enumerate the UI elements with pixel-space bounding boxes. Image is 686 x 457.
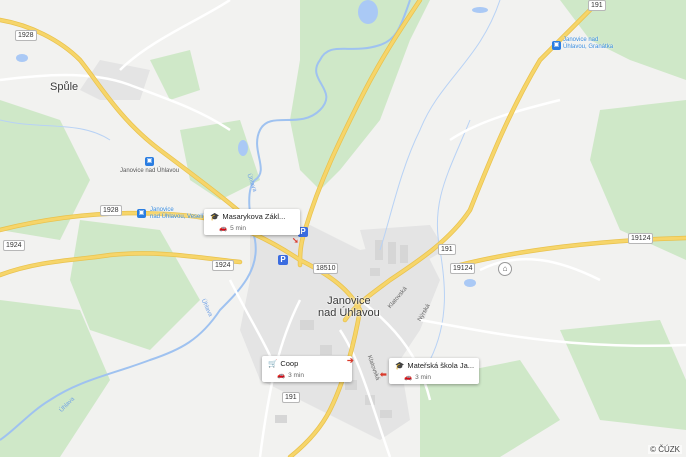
- landmark-icon[interactable]: ⌂: [498, 262, 512, 276]
- card-time: 5 min: [230, 224, 246, 232]
- road-shield-18510: 18510: [313, 263, 339, 274]
- town-label-janovice[interactable]: Janovice nad Úhlavou: [318, 295, 380, 319]
- parking-icon[interactable]: P: [278, 255, 288, 265]
- car-icon: 🚗: [277, 372, 286, 379]
- road-shield-19124: 19124: [450, 263, 476, 274]
- road-shield-191: 191: [438, 244, 456, 255]
- bus-stop-icon[interactable]: ▣: [552, 41, 561, 50]
- card-time: 3 min: [415, 373, 431, 381]
- card-title: Masarykova Zákl...: [222, 212, 286, 221]
- road-shield-1928: 1928: [100, 205, 122, 216]
- direction-arrow-icon: ➔: [347, 356, 354, 365]
- graduation-cap-icon: 🎓: [395, 361, 405, 370]
- map-canvas[interactable]: [0, 0, 686, 457]
- bus-stop-icon[interactable]: ▣: [145, 157, 154, 166]
- bus-stop-label[interactable]: Janovice nad Úhlavou, Granátka: [563, 37, 613, 51]
- car-icon: 🚗: [219, 225, 228, 232]
- direction-arrow-icon: ⬅: [380, 370, 387, 379]
- bus-stop-label[interactable]: Janovice nad Úhlavou, Veselí: [150, 207, 203, 221]
- road-shield-1924: 1924: [3, 240, 25, 251]
- poi-card-coop[interactable]: 🛒 Coop 🚗 3 min: [262, 356, 352, 382]
- copyright-notice: © ČÚZK: [648, 445, 682, 454]
- bus-stop-icon[interactable]: ▣: [137, 209, 146, 218]
- bus-stop-label[interactable]: Janovice nad Úhlavou: [120, 168, 179, 175]
- card-time: 3 min: [288, 371, 304, 379]
- road-shield-1924: 1924: [212, 260, 234, 271]
- shopping-cart-icon: 🛒: [268, 359, 278, 368]
- road-shield-191: 191: [588, 0, 606, 11]
- poi-card-kindergarten[interactable]: 🎓 Mateřská škola Ja... 🚗 3 min: [389, 358, 479, 384]
- graduation-cap-icon: 🎓: [210, 212, 220, 221]
- card-title: Coop: [280, 359, 299, 368]
- direction-arrow-icon: ➘: [292, 236, 299, 245]
- road-shield-191: 191: [282, 392, 300, 403]
- town-label-spule[interactable]: Spůle: [50, 81, 78, 93]
- road-shield-19124: 19124: [628, 233, 654, 244]
- road-shield-1928: 1928: [15, 30, 37, 41]
- car-icon: 🚗: [404, 374, 413, 381]
- poi-card-school[interactable]: 🎓 Masarykova Zákl... 🚗 5 min: [204, 209, 300, 235]
- card-title: Mateřská škola Ja...: [407, 361, 475, 370]
